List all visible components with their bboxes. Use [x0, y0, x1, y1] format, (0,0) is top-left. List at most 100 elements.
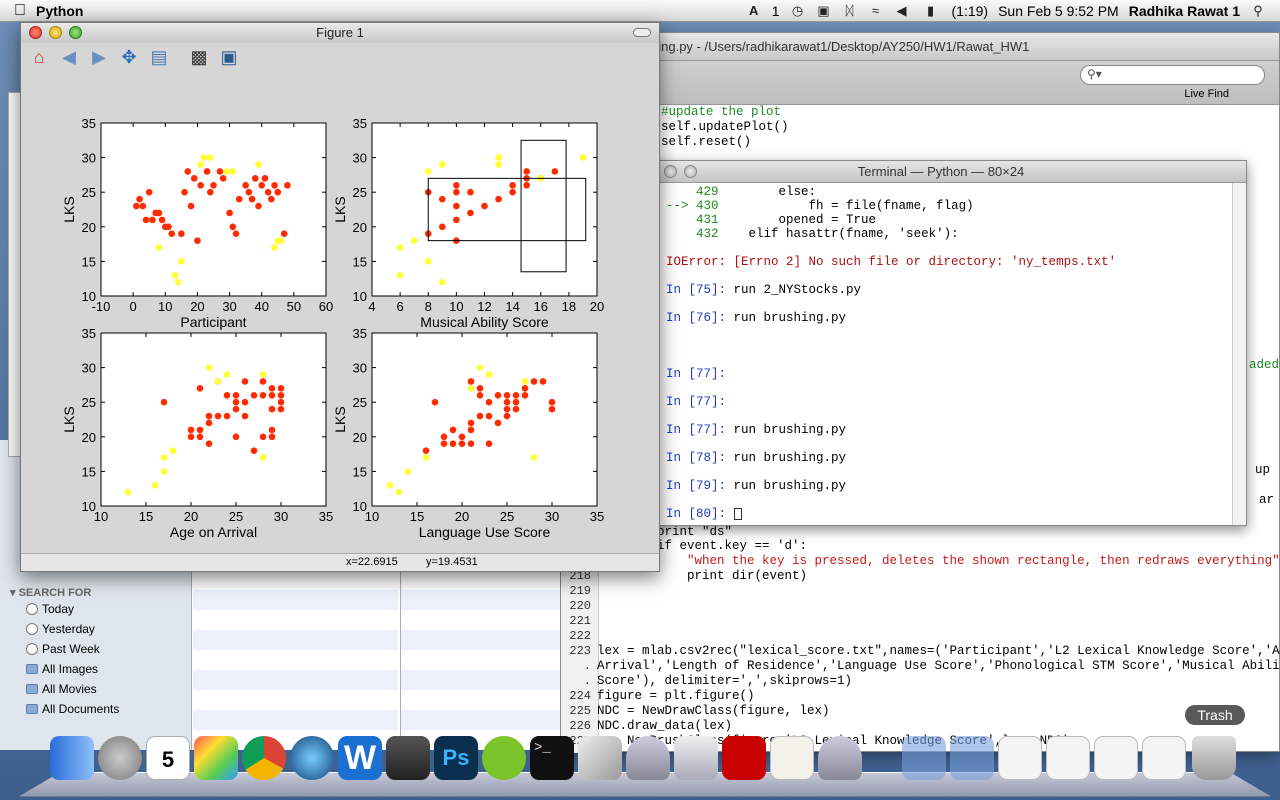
line-number: . [583, 674, 591, 688]
minimized-window-icon[interactable] [1046, 736, 1090, 780]
zoom-button[interactable] [684, 165, 697, 178]
clock[interactable]: Sun Feb 5 9:52 PM [998, 3, 1119, 19]
applications-stack-icon[interactable] [902, 736, 946, 780]
display-icon[interactable]: ▣ [816, 4, 832, 17]
plot-canvas[interactable]: -10 0 10 20 30 40 50 60101520253035ParticipantL… [21, 83, 659, 553]
acrobat-icon[interactable] [722, 736, 766, 780]
sidebar-item-all-images[interactable]: All Images [26, 662, 98, 676]
x-tick-label: 0 [130, 299, 137, 314]
terminal-output[interactable]: 429 else: --> 430 fh = file(fname, flag) … [636, 183, 1232, 525]
iphoto-icon[interactable] [386, 736, 430, 780]
adobe-icon[interactable]: A [746, 4, 762, 17]
sidebar-item-past-week[interactable]: Past Week [26, 642, 100, 656]
code-fragment: ar [1259, 493, 1275, 507]
sidebar-item-yesterday[interactable]: Yesterday [26, 622, 95, 636]
terminal-text: elif hasattr(fname, 'seek'): [718, 227, 959, 241]
folder-icon [26, 684, 38, 694]
pan-icon[interactable]: ✥ [117, 45, 141, 69]
code-row: 222 [561, 629, 1280, 644]
minimized-window-icon[interactable] [998, 736, 1042, 780]
minimized-window-icon[interactable] [1142, 736, 1186, 780]
terminal-text: In [76]: run brushing.py [666, 311, 847, 325]
data-point [214, 412, 222, 420]
data-point [241, 412, 249, 420]
finder-icon[interactable] [50, 736, 94, 780]
minimize-button[interactable] [49, 26, 62, 39]
trash-icon[interactable] [1192, 736, 1236, 780]
app-name[interactable]: Python [36, 3, 83, 19]
textedit-icon[interactable] [770, 736, 814, 780]
y-tick-label: 35 [353, 116, 367, 131]
data-point [259, 433, 267, 441]
terminal-line: 429 else: [666, 185, 1232, 199]
data-point [223, 391, 231, 399]
back-icon[interactable]: ◀ [57, 45, 81, 69]
x-axis-label: Age on Arrival [170, 524, 257, 540]
wifi-icon[interactable]: ≈ [868, 4, 884, 17]
battery-icon[interactable]: ▮ [920, 4, 942, 17]
color-app-icon[interactable] [194, 736, 238, 780]
forward-icon[interactable]: ▶ [87, 45, 111, 69]
spotify-icon[interactable] [482, 736, 526, 780]
status-count[interactable]: 1 [772, 3, 780, 19]
word-icon[interactable]: W [338, 736, 382, 780]
data-point [530, 454, 538, 461]
data-point [133, 202, 140, 210]
home-icon[interactable]: ⌂ [27, 45, 51, 69]
data-point [206, 154, 214, 161]
data-point [241, 398, 249, 406]
data-point [158, 216, 166, 224]
python-rocket-icon[interactable] [626, 736, 670, 780]
data-point [200, 154, 208, 161]
spotlight-icon[interactable]: ⚲ [1250, 4, 1266, 17]
user-name[interactable]: Radhika Rawat 1 [1129, 3, 1240, 19]
subplots-icon[interactable]: ▤ [147, 45, 171, 69]
minimized-window-icon[interactable] [1094, 736, 1138, 780]
system-preferences-icon[interactable] [98, 736, 142, 780]
file-list[interactable] [400, 570, 560, 750]
close-button[interactable] [29, 26, 42, 39]
itunes-icon[interactable] [290, 736, 334, 780]
minimize-button[interactable] [664, 165, 677, 178]
data-point [494, 391, 502, 399]
x-tick-label: 14 [505, 299, 519, 314]
sidebar-item-all-movies[interactable]: All Movies [26, 682, 97, 696]
bluetooth-icon[interactable]: ᛞ [842, 4, 858, 17]
preview-icon[interactable] [674, 736, 718, 780]
data-point [503, 398, 511, 406]
code-line: #update the plot [661, 105, 782, 119]
sidebar-item-all-documents[interactable]: All Documents [26, 702, 119, 716]
data-point [232, 391, 240, 399]
file-list[interactable] [193, 570, 398, 750]
clock-icon [26, 623, 38, 635]
configure-icon[interactable]: ▩ [187, 45, 211, 69]
y-tick-label: 10 [82, 499, 96, 514]
x-tick-label: 6 [397, 299, 404, 314]
script-editor-icon[interactable] [578, 736, 622, 780]
terminal-scrollbar[interactable] [1232, 183, 1246, 525]
apple-icon[interactable]:  [14, 2, 26, 20]
data-point [467, 440, 475, 448]
data-point [386, 481, 394, 489]
calendar-icon[interactable]: 5 [146, 736, 190, 780]
python-rocket-icon[interactable] [818, 736, 862, 780]
data-point [271, 244, 278, 251]
documents-stack-icon[interactable] [950, 736, 994, 780]
terminal-window[interactable]: Terminal — Python — 80×24 429 else: --> 4… [635, 160, 1247, 526]
save-icon[interactable]: ▣ [217, 45, 241, 69]
disclosure-icon[interactable]: ▾ [10, 587, 19, 599]
data-point [467, 419, 475, 427]
data-point [422, 454, 430, 461]
time-machine-icon[interactable]: ◷ [790, 4, 806, 17]
battery-time[interactable]: (1:19) [952, 3, 989, 19]
terminal-icon[interactable]: >_ [530, 736, 574, 780]
chrome-icon[interactable] [242, 736, 286, 780]
toolbar-toggle-button[interactable] [633, 28, 651, 37]
data-point [476, 412, 484, 420]
photoshop-icon[interactable]: Ps [434, 736, 478, 780]
data-point [523, 168, 530, 175]
zoom-button[interactable] [69, 26, 82, 39]
search-input[interactable]: ⚲▾ [1080, 65, 1265, 85]
volume-icon[interactable]: ◀ [894, 4, 910, 17]
sidebar-item-today[interactable]: Today [26, 602, 74, 616]
